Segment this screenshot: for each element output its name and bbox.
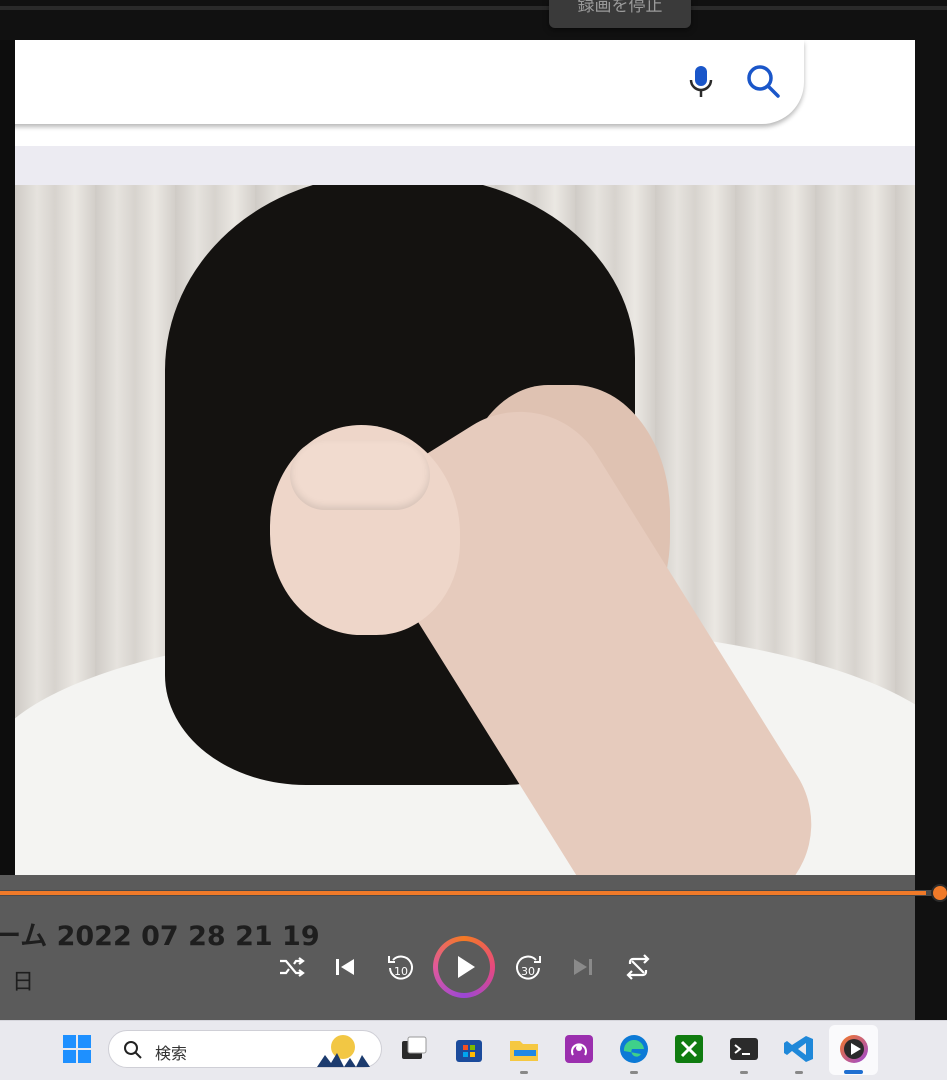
media-player-icon bbox=[840, 1035, 868, 1063]
stop-recording-button[interactable]: 録画を停止 bbox=[549, 0, 691, 28]
active-indicator bbox=[844, 1070, 863, 1074]
rewind-label: 10 bbox=[394, 965, 408, 978]
rewind-10-icon[interactable]: 10 bbox=[383, 950, 417, 984]
taskbar-search[interactable]: 検索 bbox=[108, 1030, 382, 1068]
play-icon bbox=[458, 956, 475, 978]
progress-fill bbox=[0, 891, 926, 895]
running-indicator bbox=[795, 1071, 803, 1074]
app-window bbox=[15, 40, 915, 1020]
running-indicator bbox=[740, 1071, 748, 1074]
previous-icon[interactable] bbox=[328, 950, 362, 984]
edge-icon[interactable] bbox=[618, 1033, 650, 1065]
toolbar-band bbox=[15, 146, 915, 186]
next-icon[interactable] bbox=[566, 950, 600, 984]
app-icon[interactable] bbox=[563, 1033, 595, 1065]
running-indicator bbox=[630, 1071, 638, 1074]
microphone-icon[interactable] bbox=[686, 64, 716, 100]
running-indicator bbox=[520, 1071, 528, 1074]
store-icon[interactable] bbox=[453, 1033, 485, 1065]
video-subject-fingers bbox=[290, 440, 430, 510]
search-icon[interactable] bbox=[744, 62, 782, 100]
recording-strip bbox=[0, 0, 947, 40]
search-bar[interactable] bbox=[15, 40, 804, 124]
window-edge bbox=[915, 40, 947, 1020]
play-button-inner bbox=[438, 941, 490, 993]
terminal-icon[interactable] bbox=[728, 1033, 760, 1065]
file-explorer-icon[interactable] bbox=[508, 1033, 540, 1065]
forward-30-icon[interactable]: 30 bbox=[512, 950, 546, 984]
shuffle-icon[interactable] bbox=[274, 950, 308, 984]
start-icon[interactable] bbox=[61, 1033, 93, 1065]
vscode-icon[interactable] bbox=[783, 1033, 815, 1065]
xbox-icon[interactable] bbox=[673, 1033, 705, 1065]
track-subtitle: 日 bbox=[12, 970, 35, 995]
forward-label: 30 bbox=[521, 965, 535, 978]
video-frame[interactable] bbox=[15, 185, 915, 875]
repeat-icon[interactable] bbox=[621, 950, 655, 984]
task-view-icon[interactable] bbox=[398, 1033, 430, 1065]
moon-highlight-icon bbox=[317, 1035, 370, 1067]
taskbar-search-placeholder: 検索 bbox=[155, 1044, 188, 1063]
divider bbox=[0, 6, 947, 10]
play-button[interactable] bbox=[433, 936, 495, 998]
search-icon bbox=[124, 1041, 142, 1059]
progress-thumb[interactable] bbox=[931, 884, 947, 902]
track-title: ーム 2022 07 28 21 19 bbox=[0, 921, 320, 950]
